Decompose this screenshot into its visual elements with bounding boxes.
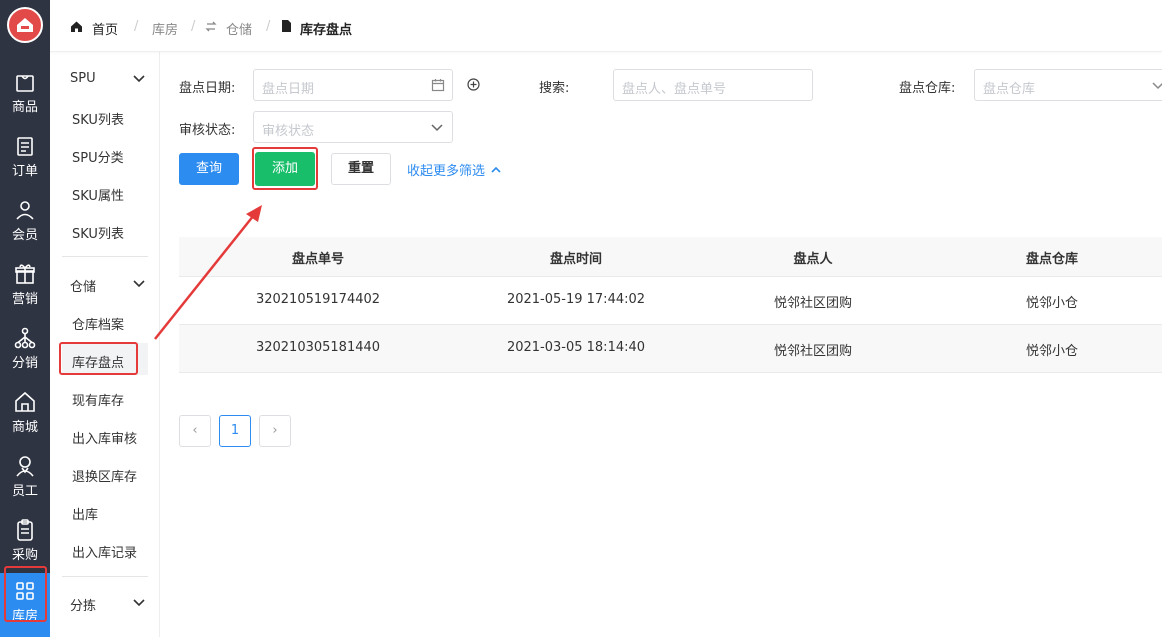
column-header-time[interactable]: 盘点时间 [550, 248, 602, 267]
collapse-filters-label: 收起更多筛选 [407, 164, 486, 179]
rail-item-mall[interactable]: 商城 [0, 384, 50, 444]
cell-operator: 悦邻社区团购 [773, 344, 853, 359]
bag-icon [16, 75, 34, 92]
sidebar-item-spu-category[interactable]: SPU分类 [72, 147, 124, 166]
warehouse-placeholder: 盘点仓库 [983, 82, 1036, 97]
date-picker[interactable]: 盘点日期 [253, 69, 453, 101]
rail-item-purchase[interactable]: 采购 [0, 512, 50, 572]
status-label: 审核状态: [179, 123, 236, 138]
search-input[interactable]: 盘点人、盘点单号 [613, 69, 813, 101]
chevron-down-icon[interactable] [132, 277, 146, 291]
breadcrumb-home[interactable]: 首页 [92, 19, 118, 38]
sidebar-group-spu[interactable]: SPU [70, 71, 96, 86]
rail-item-staff[interactable]: 员工 [0, 448, 50, 508]
cell-time: 2021-03-05 18:14:40 [506, 340, 646, 355]
rail-highlight-box [4, 566, 47, 622]
add-circle-icon[interactable] [467, 78, 480, 91]
breadcrumb-separator: / [191, 19, 196, 34]
clipboard-icon [17, 519, 33, 541]
chevron-down-icon [1152, 82, 1162, 90]
sidebar-item-io-review[interactable]: 出入库审核 [72, 428, 137, 447]
cell-warehouse: 悦邻小仓 [1025, 296, 1079, 311]
cell-time: 2021-05-19 17:44:02 [506, 292, 646, 307]
user-icon [16, 201, 34, 220]
breadcrumb-separator: / [266, 19, 271, 34]
rail-item-label: 商城 [11, 420, 38, 435]
rail-item-label: 商品 [11, 100, 38, 115]
collapse-filters-link[interactable]: 收起更多筛选 [407, 160, 501, 179]
calendar-icon [431, 79, 445, 92]
rail-item-members[interactable]: 会员 [0, 192, 50, 252]
document-icon [17, 137, 33, 156]
home-icon [15, 391, 35, 412]
refresh-icon [205, 21, 217, 32]
sidebar-item-io-records[interactable]: 出入库记录 [72, 542, 137, 561]
sidebar-item-outbound[interactable]: 出库 [72, 504, 98, 523]
breadcrumb-separator: / [134, 19, 139, 34]
query-button[interactable]: 查询 [179, 153, 239, 185]
gift-icon [15, 264, 35, 284]
network-icon [14, 327, 36, 349]
next-page-button[interactable]: › [259, 415, 291, 447]
sidebar-group-storage[interactable]: 仓储 [70, 276, 96, 295]
cell-operator: 悦邻社区团购 [773, 296, 853, 311]
logo [7, 7, 43, 43]
main-nav-rail: 商品 订单 会员 营销 分销 商城 员工 采购 库房 [0, 0, 50, 637]
reset-button[interactable]: 重置 [331, 153, 391, 185]
search-placeholder: 盘点人、盘点单号 [622, 82, 727, 97]
column-header-operator[interactable]: 盘点人 [793, 248, 832, 267]
chevron-down-icon[interactable] [132, 72, 146, 86]
sidebar-item-sku-list-2[interactable]: SKU列表 [72, 223, 124, 242]
home-icon [71, 21, 82, 32]
rail-item-distribution[interactable]: 分销 [0, 320, 50, 380]
table-row[interactable]: 320210519174402 2021-05-19 17:44:02 悦邻社区… [179, 277, 1162, 325]
cell-order-no: 320210305181440 [255, 340, 381, 355]
sidebar-group-sorting[interactable]: 分拣 [70, 595, 96, 614]
status-select[interactable]: 审核状态 [253, 111, 453, 143]
cell-warehouse: 悦邻小仓 [1025, 344, 1079, 359]
rail-item-orders[interactable]: 订单 [0, 128, 50, 188]
column-header-warehouse[interactable]: 盘点仓库 [1026, 248, 1078, 267]
app-root: 商品 订单 会员 营销 分销 商城 员工 采购 库房 SPU SKU列表 SPU… [0, 0, 1162, 637]
breadcrumb-storage[interactable]: 仓储 [226, 19, 252, 38]
warehouse-select[interactable]: 盘点仓库 [974, 69, 1162, 101]
page-1-button[interactable]: 1 [219, 415, 251, 447]
chevron-down-icon[interactable] [132, 596, 146, 610]
status-placeholder: 审核状态 [262, 124, 315, 139]
sidebar-item-current-stock[interactable]: 现有库存 [72, 390, 124, 409]
rail-item-goods[interactable]: 商品 [0, 64, 50, 124]
sidebar-highlight-box [59, 342, 138, 375]
breadcrumb-warehouse[interactable]: 库房 [152, 19, 178, 38]
search-label: 搜索: [539, 81, 570, 96]
date-placeholder: 盘点日期 [262, 82, 315, 97]
prev-page-button[interactable]: ‹ [179, 415, 211, 447]
cell-order-no: 320210519174402 [255, 292, 381, 307]
rail-item-label: 采购 [11, 548, 38, 563]
table-header: 盘点单号 盘点时间 盘点人 盘点仓库 [179, 237, 1162, 277]
sidebar-item-sku-list[interactable]: SKU列表 [72, 109, 124, 128]
sidebar-item-return-stock[interactable]: 退换区库存 [72, 466, 137, 485]
rail-item-marketing[interactable]: 营销 [0, 256, 50, 316]
chevron-down-icon [431, 124, 443, 132]
sidebar-item-warehouse-archive[interactable]: 仓库档案 [72, 314, 124, 333]
date-label: 盘点日期: [179, 81, 236, 96]
rail-item-label: 分销 [11, 356, 38, 371]
staff-icon [16, 456, 34, 477]
sidebar-divider [62, 256, 148, 257]
chevron-up-icon [491, 166, 501, 173]
rail-item-label: 营销 [11, 292, 38, 307]
file-icon [282, 20, 291, 32]
sidebar-item-sku-attr[interactable]: SKU属性 [72, 185, 124, 204]
table-row[interactable]: 320210305181440 2021-03-05 18:14:40 悦邻社区… [179, 325, 1162, 373]
sidebar-divider [62, 576, 148, 577]
rail-item-label: 会员 [11, 228, 38, 243]
breadcrumb-current: 库存盘点 [300, 23, 353, 38]
warehouse-label: 盘点仓库: [899, 81, 956, 96]
column-header-order-no[interactable]: 盘点单号 [292, 248, 344, 267]
rail-item-label: 员工 [11, 484, 38, 499]
rail-item-label: 订单 [11, 164, 38, 179]
add-highlight-box [252, 147, 318, 190]
